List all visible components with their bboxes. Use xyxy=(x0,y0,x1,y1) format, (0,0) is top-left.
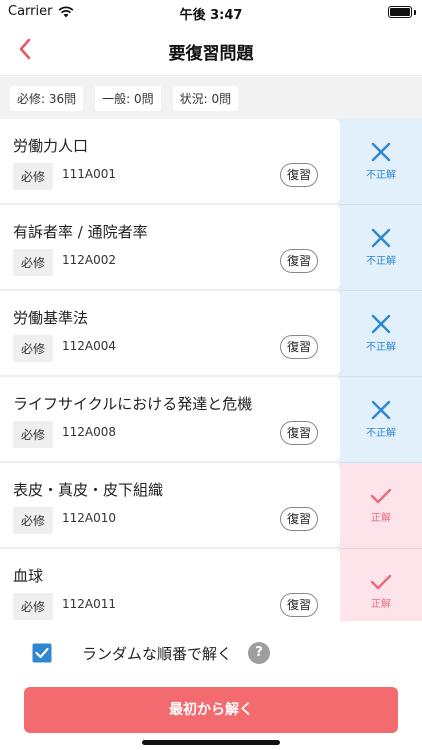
question-code: 112A004 xyxy=(62,339,117,353)
question-code: 112A002 xyxy=(62,253,117,267)
random-order-checkbox[interactable] xyxy=(30,641,54,665)
category-tag: 必修 xyxy=(13,421,54,448)
help-icon[interactable]: ? xyxy=(248,642,271,664)
review-button[interactable]: 復習 xyxy=(280,421,318,445)
random-order-label: ランダムな順番で解く xyxy=(82,644,233,663)
question-card[interactable]: 血球 必修 112A011 復習 xyxy=(0,549,340,621)
status-bar: Carrier 午後 3:47 xyxy=(0,0,422,24)
result-incorrect: 不正解 xyxy=(340,377,422,463)
result-label: 不正解 xyxy=(366,170,396,181)
category-tag: 必修 xyxy=(13,163,54,190)
home-indicator xyxy=(142,740,280,745)
review-button[interactable]: 復習 xyxy=(280,335,318,359)
category-tag: 必修 xyxy=(13,593,54,620)
category-tag: 必修 xyxy=(13,249,54,276)
result-correct: 正解 xyxy=(340,549,422,621)
question-row[interactable]: 労働基準法 必修 112A004 復習 不正解 xyxy=(0,291,422,377)
question-row[interactable]: 表皮・真皮・皮下組織 必修 112A010 復習 正解 xyxy=(0,463,422,549)
category-tag: 必修 xyxy=(13,507,54,534)
count-ippan: 一般: 0問 xyxy=(95,85,161,111)
question-code: 112A008 xyxy=(62,425,117,439)
result-incorrect: 不正解 xyxy=(340,205,422,291)
question-list[interactable]: 労働力人口 必修 111A001 復習 不正解 有訴者率 / 通院者率 必修 1… xyxy=(0,119,422,621)
footer: ランダムな順番で解く ? 最初から解く xyxy=(0,621,422,750)
question-title: ライフサイクルにおける発達と危機 xyxy=(13,395,253,413)
result-correct: 正解 xyxy=(340,463,422,549)
category-counts: 必修: 36問 一般: 0問 状況: 0問 xyxy=(0,77,422,119)
navigation-bar: 要復習問題 xyxy=(0,24,422,76)
check-icon xyxy=(370,488,392,504)
question-card[interactable]: 有訴者率 / 通院者率 必修 112A002 復習 xyxy=(0,205,340,289)
battery-icon xyxy=(388,6,412,18)
question-card[interactable]: 労働力人口 必修 111A001 復習 xyxy=(0,119,340,203)
checkmark-icon xyxy=(32,643,52,663)
question-code: 112A010 xyxy=(62,511,117,525)
random-order-option: ランダムな順番で解く ? xyxy=(30,641,271,665)
battery-tip xyxy=(414,10,416,15)
question-card[interactable]: 表皮・真皮・皮下組織 必修 112A010 復習 xyxy=(0,463,340,547)
cross-icon xyxy=(371,228,391,248)
question-title: 有訴者率 / 通院者率 xyxy=(13,223,148,241)
question-title: 労働力人口 xyxy=(13,137,89,155)
question-code: 111A001 xyxy=(62,167,117,181)
check-icon xyxy=(370,574,392,590)
result-label: 不正解 xyxy=(366,256,396,267)
question-card[interactable]: 労働基準法 必修 112A004 復習 xyxy=(0,291,340,375)
result-incorrect: 不正解 xyxy=(340,291,422,377)
count-hisshu: 必修: 36問 xyxy=(10,85,84,111)
result-incorrect: 不正解 xyxy=(340,119,422,205)
count-joukyou: 状況: 0問 xyxy=(172,85,239,111)
review-button[interactable]: 復習 xyxy=(280,163,318,187)
cross-icon xyxy=(371,142,391,162)
question-code: 112A011 xyxy=(62,597,117,611)
question-row[interactable]: 血球 必修 112A011 復習 正解 xyxy=(0,549,422,621)
result-label: 不正解 xyxy=(366,342,396,353)
question-row[interactable]: ライフサイクルにおける発達と危機 必修 112A008 復習 不正解 xyxy=(0,377,422,463)
result-label: 不正解 xyxy=(366,428,396,439)
question-title: 表皮・真皮・皮下組織 xyxy=(13,481,164,499)
question-row[interactable]: 労働力人口 必修 111A001 復習 不正解 xyxy=(0,119,422,205)
cross-icon xyxy=(371,400,391,420)
start-from-beginning-button[interactable]: 最初から解く xyxy=(24,687,398,733)
cross-icon xyxy=(371,314,391,334)
review-button[interactable]: 復習 xyxy=(280,507,318,531)
question-card[interactable]: ライフサイクルにおける発達と危機 必修 112A008 復習 xyxy=(0,377,340,461)
review-button[interactable]: 復習 xyxy=(280,593,318,617)
clock: 午後 3:47 xyxy=(179,8,243,23)
result-label: 正解 xyxy=(371,513,391,524)
result-label: 正解 xyxy=(371,599,391,610)
review-button[interactable]: 復習 xyxy=(280,249,318,273)
page-title: 要復習問題 xyxy=(168,44,254,64)
question-title: 血球 xyxy=(13,567,44,585)
category-tag: 必修 xyxy=(13,335,54,362)
question-row[interactable]: 有訴者率 / 通院者率 必修 112A002 復習 不正解 xyxy=(0,205,422,291)
question-title: 労働基準法 xyxy=(13,309,89,327)
